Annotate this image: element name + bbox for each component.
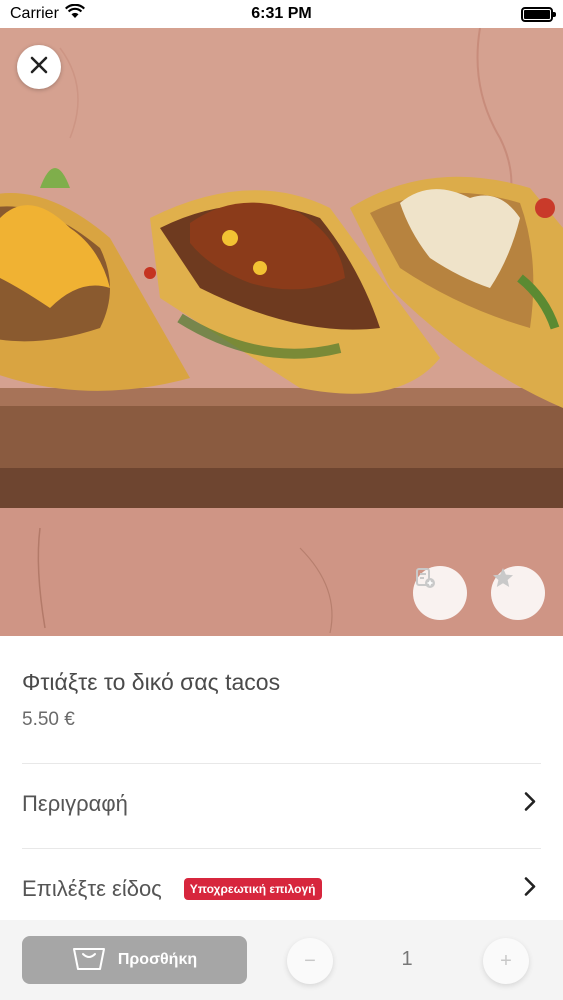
divider: [22, 763, 541, 764]
add-button-label: Προσθήκη: [117, 951, 198, 968]
increase-quantity-button[interactable]: +: [483, 938, 529, 984]
tacos-illustration: [0, 28, 563, 636]
status-left: Carrier: [10, 3, 85, 24]
select-type-label: Επιλέξτε είδος: [22, 876, 162, 901]
carrier-label: Carrier: [10, 5, 59, 22]
close-button[interactable]: [17, 45, 61, 89]
chevron-right-icon: [523, 876, 537, 903]
select-type-row[interactable]: Επιλέξτε είδος Υποχρεωτική επιλογή: [0, 854, 563, 924]
add-to-cart-button[interactable]: Προσθήκη: [22, 936, 247, 984]
add-note-button[interactable]: [413, 566, 467, 620]
divider: [22, 848, 541, 849]
basket-icon: [72, 945, 106, 976]
wifi-icon: [64, 3, 85, 24]
product-price: 5.50 €: [22, 709, 75, 730]
decrease-quantity-button[interactable]: −: [287, 938, 333, 984]
product-title: Φτιάξτε το δικό σας tacos: [22, 669, 281, 695]
description-label: Περιγραφή: [22, 791, 128, 816]
quantity-value: 1: [401, 948, 413, 970]
battery-icon: [521, 6, 556, 22]
bottom-action-bar: Προσθήκη − 1 +: [0, 920, 563, 1000]
close-icon: [29, 55, 49, 80]
chevron-right-icon: [523, 791, 537, 818]
minus-icon: −: [304, 949, 316, 972]
favorite-button[interactable]: [491, 566, 545, 620]
product-image: [0, 28, 563, 636]
required-badge: Υποχρεωτική επιλογή: [183, 878, 322, 900]
description-row[interactable]: Περιγραφή: [0, 769, 563, 839]
status-bar: Carrier 6:31 PM: [0, 0, 563, 28]
plus-icon: +: [500, 949, 512, 972]
